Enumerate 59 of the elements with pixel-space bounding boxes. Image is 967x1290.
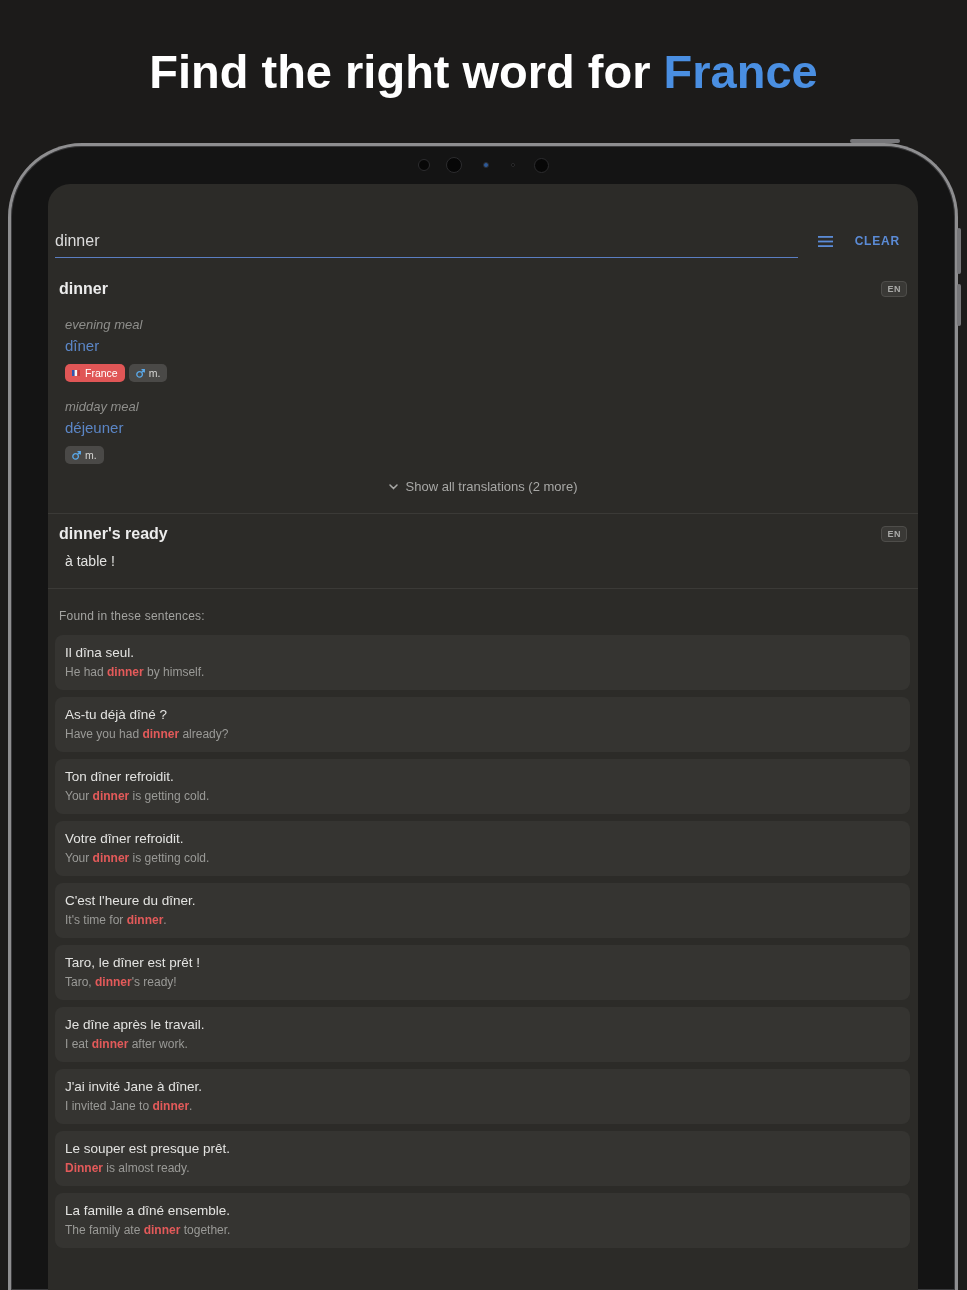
sentence-card[interactable]: Il dîna seul. He had dinner by himself. [55, 635, 910, 690]
chevron-down-icon [388, 484, 398, 490]
male-sign-icon [135, 368, 145, 378]
english-translation: Your dinner is getting cold. [65, 850, 210, 866]
sentence-card[interactable]: J'ai invité Jane à dîner. I invited Jane to dinner. [55, 1069, 910, 1124]
french-sentence: J'ai invité Jane à dîner. [65, 1078, 202, 1095]
translation-link[interactable]: dîner [65, 336, 100, 356]
french-sentence: Le souper est presque prêt. [65, 1140, 231, 1157]
english-translation: He had dinner by himself. [65, 664, 205, 680]
entry-headword: dinner [59, 279, 108, 299]
clear-button[interactable]: CLEAR [854, 230, 900, 252]
sentence-card[interactable]: Taro, le dîner est prêt ! Taro, dinner's ready! [55, 945, 910, 1000]
french-sentence: Votre dîner refroidit. [65, 830, 184, 847]
tag-label: m. [148, 366, 161, 381]
language-badge: EN [881, 526, 907, 542]
english-translation: Your dinner is getting cold. [65, 788, 210, 804]
translation-text: à table ! [64, 552, 115, 571]
sense-gloss: evening meal [65, 316, 143, 334]
english-translation: Taro, dinner's ready! [65, 974, 177, 990]
sensor-icon [533, 157, 549, 173]
english-translation: I eat dinner after work. [65, 1036, 188, 1052]
english-translation: Have you had dinner already? [65, 726, 229, 742]
camera-lens-icon [445, 157, 462, 173]
volume-button[interactable] [957, 228, 961, 274]
english-translation: Dinner is almost ready. [65, 1160, 190, 1176]
translation-link[interactable]: déjeuner [65, 418, 124, 438]
french-sentence: Taro, le dîner est prêt ! [65, 954, 201, 971]
sense-gloss: midday meal [65, 398, 139, 416]
tag-label: France [85, 366, 118, 381]
french-sentence: Il dîna seul. [65, 644, 135, 661]
english-translation: It's time for dinner. [65, 912, 167, 928]
french-sentence: As-tu déjà dîné ? [65, 706, 168, 723]
sentence-card[interactable]: Ton dîner refroidit. Your dinner is getting cold. [55, 759, 910, 814]
search-field[interactable]: dinner [55, 224, 798, 258]
headline: Find the right word for France [149, 44, 818, 100]
menu-icon[interactable] [817, 235, 833, 247]
section-heading: Found in these sentences: [58, 608, 205, 624]
english-translation: The family ate dinner together. [65, 1222, 231, 1238]
french-sentence: Je dîne après le travail. [65, 1016, 205, 1033]
tag-label: m. [85, 448, 97, 463]
show-all-translations-button[interactable]: Show all translations (2 more) [388, 478, 578, 496]
sentence-card[interactable]: C'est l'heure du dîner. It's time for dinner. [55, 883, 910, 938]
male-sign-icon [72, 450, 81, 460]
french-sentence: Ton dîner refroidit. [65, 768, 174, 785]
sentence-card[interactable]: Le souper est presque prêt. Dinner is almost ready. [55, 1131, 910, 1186]
sentence-card[interactable]: Votre dîner refroidit. Your dinner is getting cold. [55, 821, 910, 876]
language-badge: EN [881, 281, 907, 297]
sentence-card[interactable]: Je dîne après le travail. I eat dinner after work. [55, 1007, 910, 1062]
sentence-card[interactable]: La famille a dîné ensemble. The family ate dinner together. [55, 1193, 910, 1248]
english-translation: I invited Jane to dinner. [65, 1098, 193, 1114]
flag-icon [72, 370, 80, 376]
sensor-icon [417, 159, 430, 171]
volume-button[interactable] [957, 284, 961, 326]
french-sentence: C'est l'heure du dîner. [65, 892, 196, 909]
entry-headword: dinner's ready [59, 524, 168, 544]
sentence-card[interactable]: As-tu déjà dîné ? Have you had dinner already? [55, 697, 910, 752]
french-sentence: La famille a dîné ensemble. [65, 1202, 231, 1219]
camera-lens-icon [482, 162, 489, 168]
top-button[interactable] [850, 139, 900, 143]
